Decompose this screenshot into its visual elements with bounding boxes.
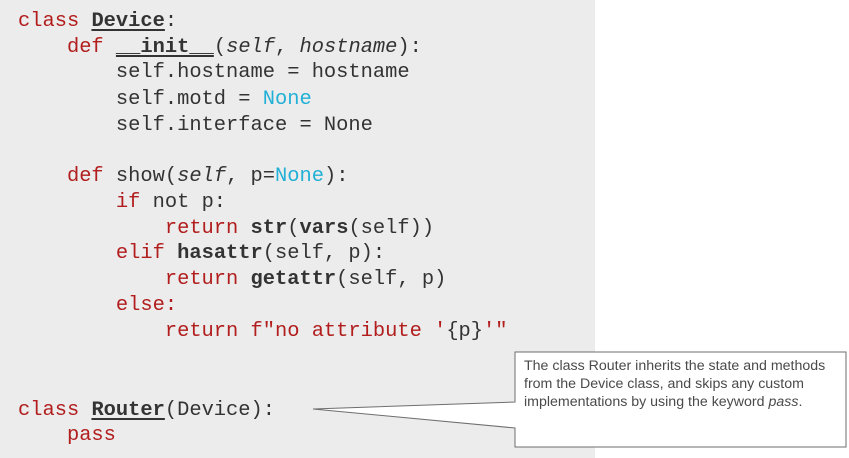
callout-text-end: .	[798, 394, 803, 410]
callout-keyword: pass	[768, 394, 799, 410]
callout-text: The class Router inherits the state and …	[524, 357, 842, 411]
